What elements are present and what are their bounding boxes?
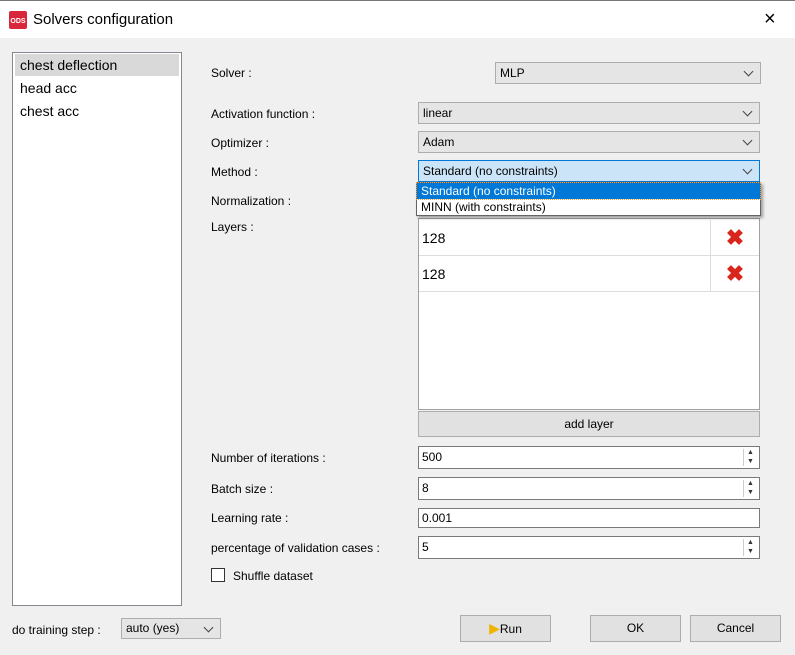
training-step-label: do training step : [12, 623, 101, 637]
activation-label: Activation function : [211, 107, 316, 121]
run-label: Run [499, 622, 522, 636]
run-button[interactable]: ▶Run [460, 615, 551, 642]
training-step-select[interactable]: auto (yes) [121, 618, 221, 639]
delete-layer-icon[interactable]: ✖ [710, 256, 759, 292]
method-select[interactable]: Standard (no constraints) [418, 160, 760, 182]
lr-input[interactable]: 0.001 [418, 508, 760, 528]
optimizer-label: Optimizer : [211, 136, 270, 150]
layers-label: Layers : [211, 220, 254, 234]
window-title: Solvers configuration [33, 11, 174, 28]
shuffle-checkbox[interactable] [211, 568, 225, 582]
title-bar: ODS Solvers configuration × [0, 0, 795, 38]
iterations-label: Number of iterations : [211, 451, 326, 465]
cancel-button[interactable]: Cancel [690, 615, 781, 642]
validation-value: 5 [422, 540, 429, 554]
shuffle-label: Shuffle dataset [233, 569, 313, 583]
spin-buttons[interactable]: ▲ ▼ [743, 480, 757, 497]
output-list[interactable]: chest deflection head acc chest acc [12, 52, 182, 606]
layer-size[interactable]: 128 [422, 266, 445, 282]
activation-value: linear [423, 106, 453, 120]
layer-size[interactable]: 128 [422, 230, 445, 246]
iterations-stepper[interactable]: 500 ▲ ▼ [418, 446, 760, 469]
list-item[interactable]: chest deflection [15, 54, 179, 76]
app-logo-icon: ODS [9, 11, 27, 29]
layers-table: 128 ✖ 128 ✖ [418, 218, 760, 410]
method-option[interactable]: Standard (no constraints) [416, 182, 761, 200]
validation-label: percentage of validation cases : [211, 541, 380, 555]
normalization-label: Normalization : [211, 194, 292, 208]
table-row: 128 ✖ [419, 220, 759, 256]
solver-select[interactable]: MLP [495, 62, 761, 84]
ok-button[interactable]: OK [590, 615, 681, 642]
method-label: Method : [211, 165, 258, 179]
chevron-down-icon [745, 63, 752, 83]
validation-stepper[interactable]: 5 ▲ ▼ [418, 536, 760, 559]
list-item[interactable]: head acc [15, 77, 179, 99]
spin-buttons[interactable]: ▲ ▼ [743, 539, 757, 556]
method-option[interactable]: MINN (with constraints) [417, 199, 760, 215]
chevron-down-icon [744, 103, 751, 123]
table-row: 128 ✖ [419, 256, 759, 292]
batch-value: 8 [422, 481, 429, 495]
optimizer-value: Adam [423, 135, 455, 149]
solver-label: Solver : [211, 66, 252, 80]
spin-buttons[interactable]: ▲ ▼ [743, 449, 757, 466]
solver-value: MLP [500, 66, 525, 80]
chevron-down-icon [744, 161, 751, 181]
add-layer-button[interactable]: add layer [418, 411, 760, 437]
chevron-down-icon [744, 132, 751, 152]
list-item[interactable]: chest acc [15, 100, 179, 122]
delete-layer-icon[interactable]: ✖ [710, 220, 759, 256]
training-step-value: auto (yes) [126, 621, 180, 635]
lr-label: Learning rate : [211, 511, 289, 525]
batch-stepper[interactable]: 8 ▲ ▼ [418, 477, 760, 500]
play-icon: ▶ [489, 620, 500, 636]
method-dropdown-list: Standard (no constraints) MINN (with con… [416, 182, 761, 216]
chevron-down-icon [205, 619, 212, 638]
batch-label: Batch size : [211, 482, 274, 496]
optimizer-select[interactable]: Adam [418, 131, 760, 153]
method-value: Standard (no constraints) [423, 164, 558, 178]
iterations-value: 500 [422, 450, 443, 464]
activation-select[interactable]: linear [418, 102, 760, 124]
close-icon[interactable]: × [764, 9, 776, 29]
